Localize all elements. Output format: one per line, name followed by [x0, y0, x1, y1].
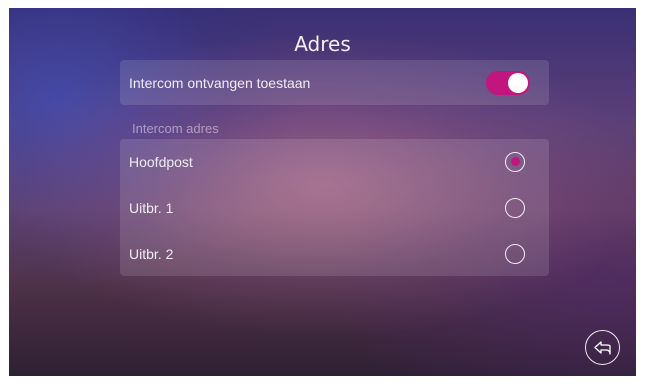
toggle-knob [508, 72, 528, 93]
address-option-label: Hoofdpost [129, 153, 193, 170]
page-title: Adres [294, 32, 351, 56]
back-button[interactable] [585, 330, 620, 365]
intercom-address-screen: Adres Intercom ontvangen toestaan Interc… [9, 8, 636, 376]
radio-unselected-icon[interactable] [505, 243, 525, 264]
address-option-hoofdpost[interactable]: Hoofdpost [120, 139, 549, 184]
intercom-receive-toggle[interactable] [486, 70, 530, 95]
intercom-address-list: Hoofdpost Uitbr. 1 Uitbr. 2 [120, 139, 549, 276]
address-option-label: Uitbr. 1 [129, 199, 174, 216]
address-option-uitbr-2[interactable]: Uitbr. 2 [120, 231, 549, 276]
intercom-receive-label: Intercom ontvangen toestaan [129, 74, 311, 91]
radio-selected-icon[interactable] [505, 151, 525, 172]
back-arrow-icon [593, 340, 611, 355]
intercom-receive-row[interactable]: Intercom ontvangen toestaan [120, 60, 549, 105]
address-option-uitbr-1[interactable]: Uitbr. 1 [120, 185, 549, 230]
address-option-label: Uitbr. 2 [129, 245, 174, 262]
intercom-address-section-label: Intercom adres [132, 121, 219, 136]
radio-unselected-icon[interactable] [505, 197, 525, 218]
